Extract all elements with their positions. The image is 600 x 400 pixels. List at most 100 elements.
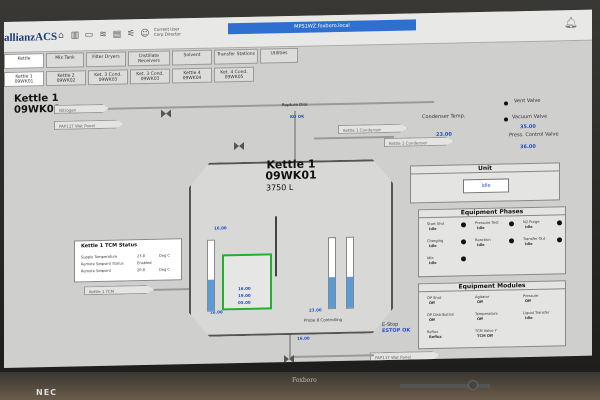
condenser-pipe: [314, 135, 394, 140]
tcm-row-value: 23.0: [137, 254, 146, 259]
phase-indicator: [509, 221, 514, 227]
tab-filter-dryers[interactable]: Filter Dryers: [86, 51, 126, 68]
phase-indicator: [557, 220, 562, 226]
phase-state[interactable]: Idle: [429, 227, 437, 231]
vacuum-valve-value: 35.00: [520, 123, 536, 131]
window-title-bar: MPS1WZ.foxboro.local: [228, 19, 416, 35]
nitrogen-pipe: [104, 100, 434, 110]
home-icon[interactable]: ⌂: [56, 31, 66, 41]
tcm-row-label: Remote Setpoint: [81, 268, 112, 274]
valve-icon[interactable]: [234, 135, 244, 151]
agitator-shaft: [275, 216, 277, 277]
phase-label: Charging: [427, 238, 444, 244]
condenser-label-2[interactable]: Kettle 1 Condenser: [384, 137, 454, 147]
phase-indicator: [557, 237, 562, 243]
user-icon[interactable]: ☺: [140, 29, 150, 39]
module-state[interactable]: Off: [525, 299, 531, 303]
current-user: Current User Corp Director: [154, 26, 181, 37]
estop-value: ESTOP OK: [382, 327, 411, 335]
graph-icon[interactable]: ▤: [112, 30, 122, 40]
unit-tab[interactable]: Kettle 1 09WK01: [4, 71, 44, 87]
module-label: Liquid Transfer: [523, 310, 550, 316]
module-state[interactable]: Off: [429, 301, 435, 305]
condenser-temp-label: Condenser Temp.: [422, 113, 466, 121]
phase-state[interactable]: Idle: [525, 225, 533, 229]
folder-icon[interactable]: ▭: [84, 30, 94, 40]
tab-utilities[interactable]: Utilities: [260, 47, 298, 64]
bell-icon[interactable]: 🔔︎: [564, 16, 578, 30]
tcm-row-label: Remote Setpoint Status: [81, 261, 124, 267]
phase-state[interactable]: Idle: [429, 261, 437, 265]
unit-tab[interactable]: Ket. 4 Cond. 09WK05: [214, 66, 254, 83]
phase-state[interactable]: Idle: [477, 226, 485, 230]
unit-tab[interactable]: Kettle 4 09WK04: [172, 67, 212, 84]
condenser-temp-value: 23.00: [436, 131, 452, 138]
tab-distillate-receivers[interactable]: Distillate Receivers: [128, 50, 170, 67]
condenser-label-1[interactable]: Kettle 1 Condenser: [338, 124, 408, 134]
phases-heading: Equipment Phases: [419, 207, 565, 219]
phase-label: N2 Purge: [523, 219, 540, 225]
level-gauge-mid: [328, 237, 336, 310]
tab-solvent[interactable]: Solvent: [172, 49, 212, 66]
phase-state[interactable]: Idle: [429, 244, 437, 248]
tcm-row-label: Supply Temperature: [81, 254, 118, 260]
phase-state[interactable]: Idle: [525, 242, 533, 246]
tab-mix-tank[interactable]: Mix Tank: [46, 52, 84, 69]
valve-icon[interactable]: [161, 103, 171, 118]
green-line2: 19.00: [238, 292, 251, 299]
tcm-row-unit: Deg C: [159, 253, 170, 258]
phase-label: Transfer Out: [523, 236, 546, 242]
page-title: Kettle 1 09WK01: [14, 93, 61, 116]
valve-icon[interactable]: [284, 348, 294, 364]
vessel-tag: 09WK01: [265, 168, 317, 183]
phase-label: Reaction: [475, 237, 491, 243]
module-state[interactable]: Idle: [525, 316, 533, 320]
unit-state[interactable]: Idle: [463, 178, 509, 194]
tcm-pipe: [154, 288, 194, 291]
building-icon[interactable]: ▥: [70, 30, 80, 40]
tab-transfer-stations[interactable]: Transfer Stations: [214, 48, 258, 65]
vessel-temp-left: 16.00: [214, 225, 227, 231]
tcm-feed-label[interactable]: PAP11T Wat Panel: [54, 119, 124, 129]
probe-label: Probe 8 Controlling: [304, 316, 343, 323]
level-fill: [347, 276, 353, 308]
module-state[interactable]: Off: [477, 300, 483, 304]
module-state[interactable]: Off: [429, 318, 435, 322]
level-value: 23.00: [309, 307, 322, 313]
vessel-title: Kettle 1 09WK01: [251, 157, 331, 183]
trend-icon[interactable]: ≋: [98, 30, 108, 40]
window-title: MPS1WZ.foxboro.local: [294, 22, 350, 30]
green-line3: 05.00: [238, 299, 251, 306]
module-label: OP Shot: [427, 295, 442, 301]
tcm-row-value: Enabled: [137, 260, 152, 266]
unit-tab[interactable]: Ket. 3 Cond. 09WK03: [88, 69, 128, 86]
power-button[interactable]: [468, 380, 478, 390]
module-state[interactable]: Reflux: [429, 335, 442, 339]
kettle-tcm-label[interactable]: Kettle 1 TCM: [84, 285, 154, 295]
phase-state[interactable]: Idle: [477, 243, 485, 247]
tab-kettle[interactable]: Kettle: [4, 53, 44, 69]
phase-indicator: [461, 222, 466, 228]
bottom-value: 16.00: [297, 335, 310, 341]
tcm-row-value: 20.0: [137, 268, 146, 273]
monitor-brand: NEC: [36, 388, 58, 397]
vacuum-valve-label: Vacuum Valve: [512, 113, 548, 121]
module-state[interactable]: Off: [477, 317, 483, 321]
module-label: OP Distribution: [427, 312, 455, 318]
unit-tab[interactable]: Ket. 3 Cond. 09WK03: [130, 68, 170, 85]
phase-label: Idle: [427, 256, 434, 261]
nitrogen-label[interactable]: Nitrogen: [54, 104, 109, 114]
unit-tab[interactable]: Kettle 2 09WK02: [46, 70, 86, 87]
unit-heading: Unit: [411, 163, 559, 175]
temperature-control-box[interactable]: 16.00 19.00 05.00: [222, 253, 272, 311]
phase-label: Pressure Test: [475, 220, 499, 226]
tcm-status-heading: Kettle 1 TCM Status: [81, 242, 138, 250]
tcm-row-unit: Deg C: [159, 267, 170, 272]
phase-indicator: [461, 239, 466, 245]
modules-heading: Equipment Modules: [419, 281, 565, 293]
sliders-icon[interactable]: ⚟: [126, 29, 136, 39]
vent-valve-indicator: [504, 101, 508, 106]
module-state[interactable]: TCM Off: [477, 334, 493, 338]
tcm-status-panel: Kettle 1 TCM Status Supply Temperature 23…: [74, 238, 182, 283]
level-fill: [329, 276, 335, 309]
